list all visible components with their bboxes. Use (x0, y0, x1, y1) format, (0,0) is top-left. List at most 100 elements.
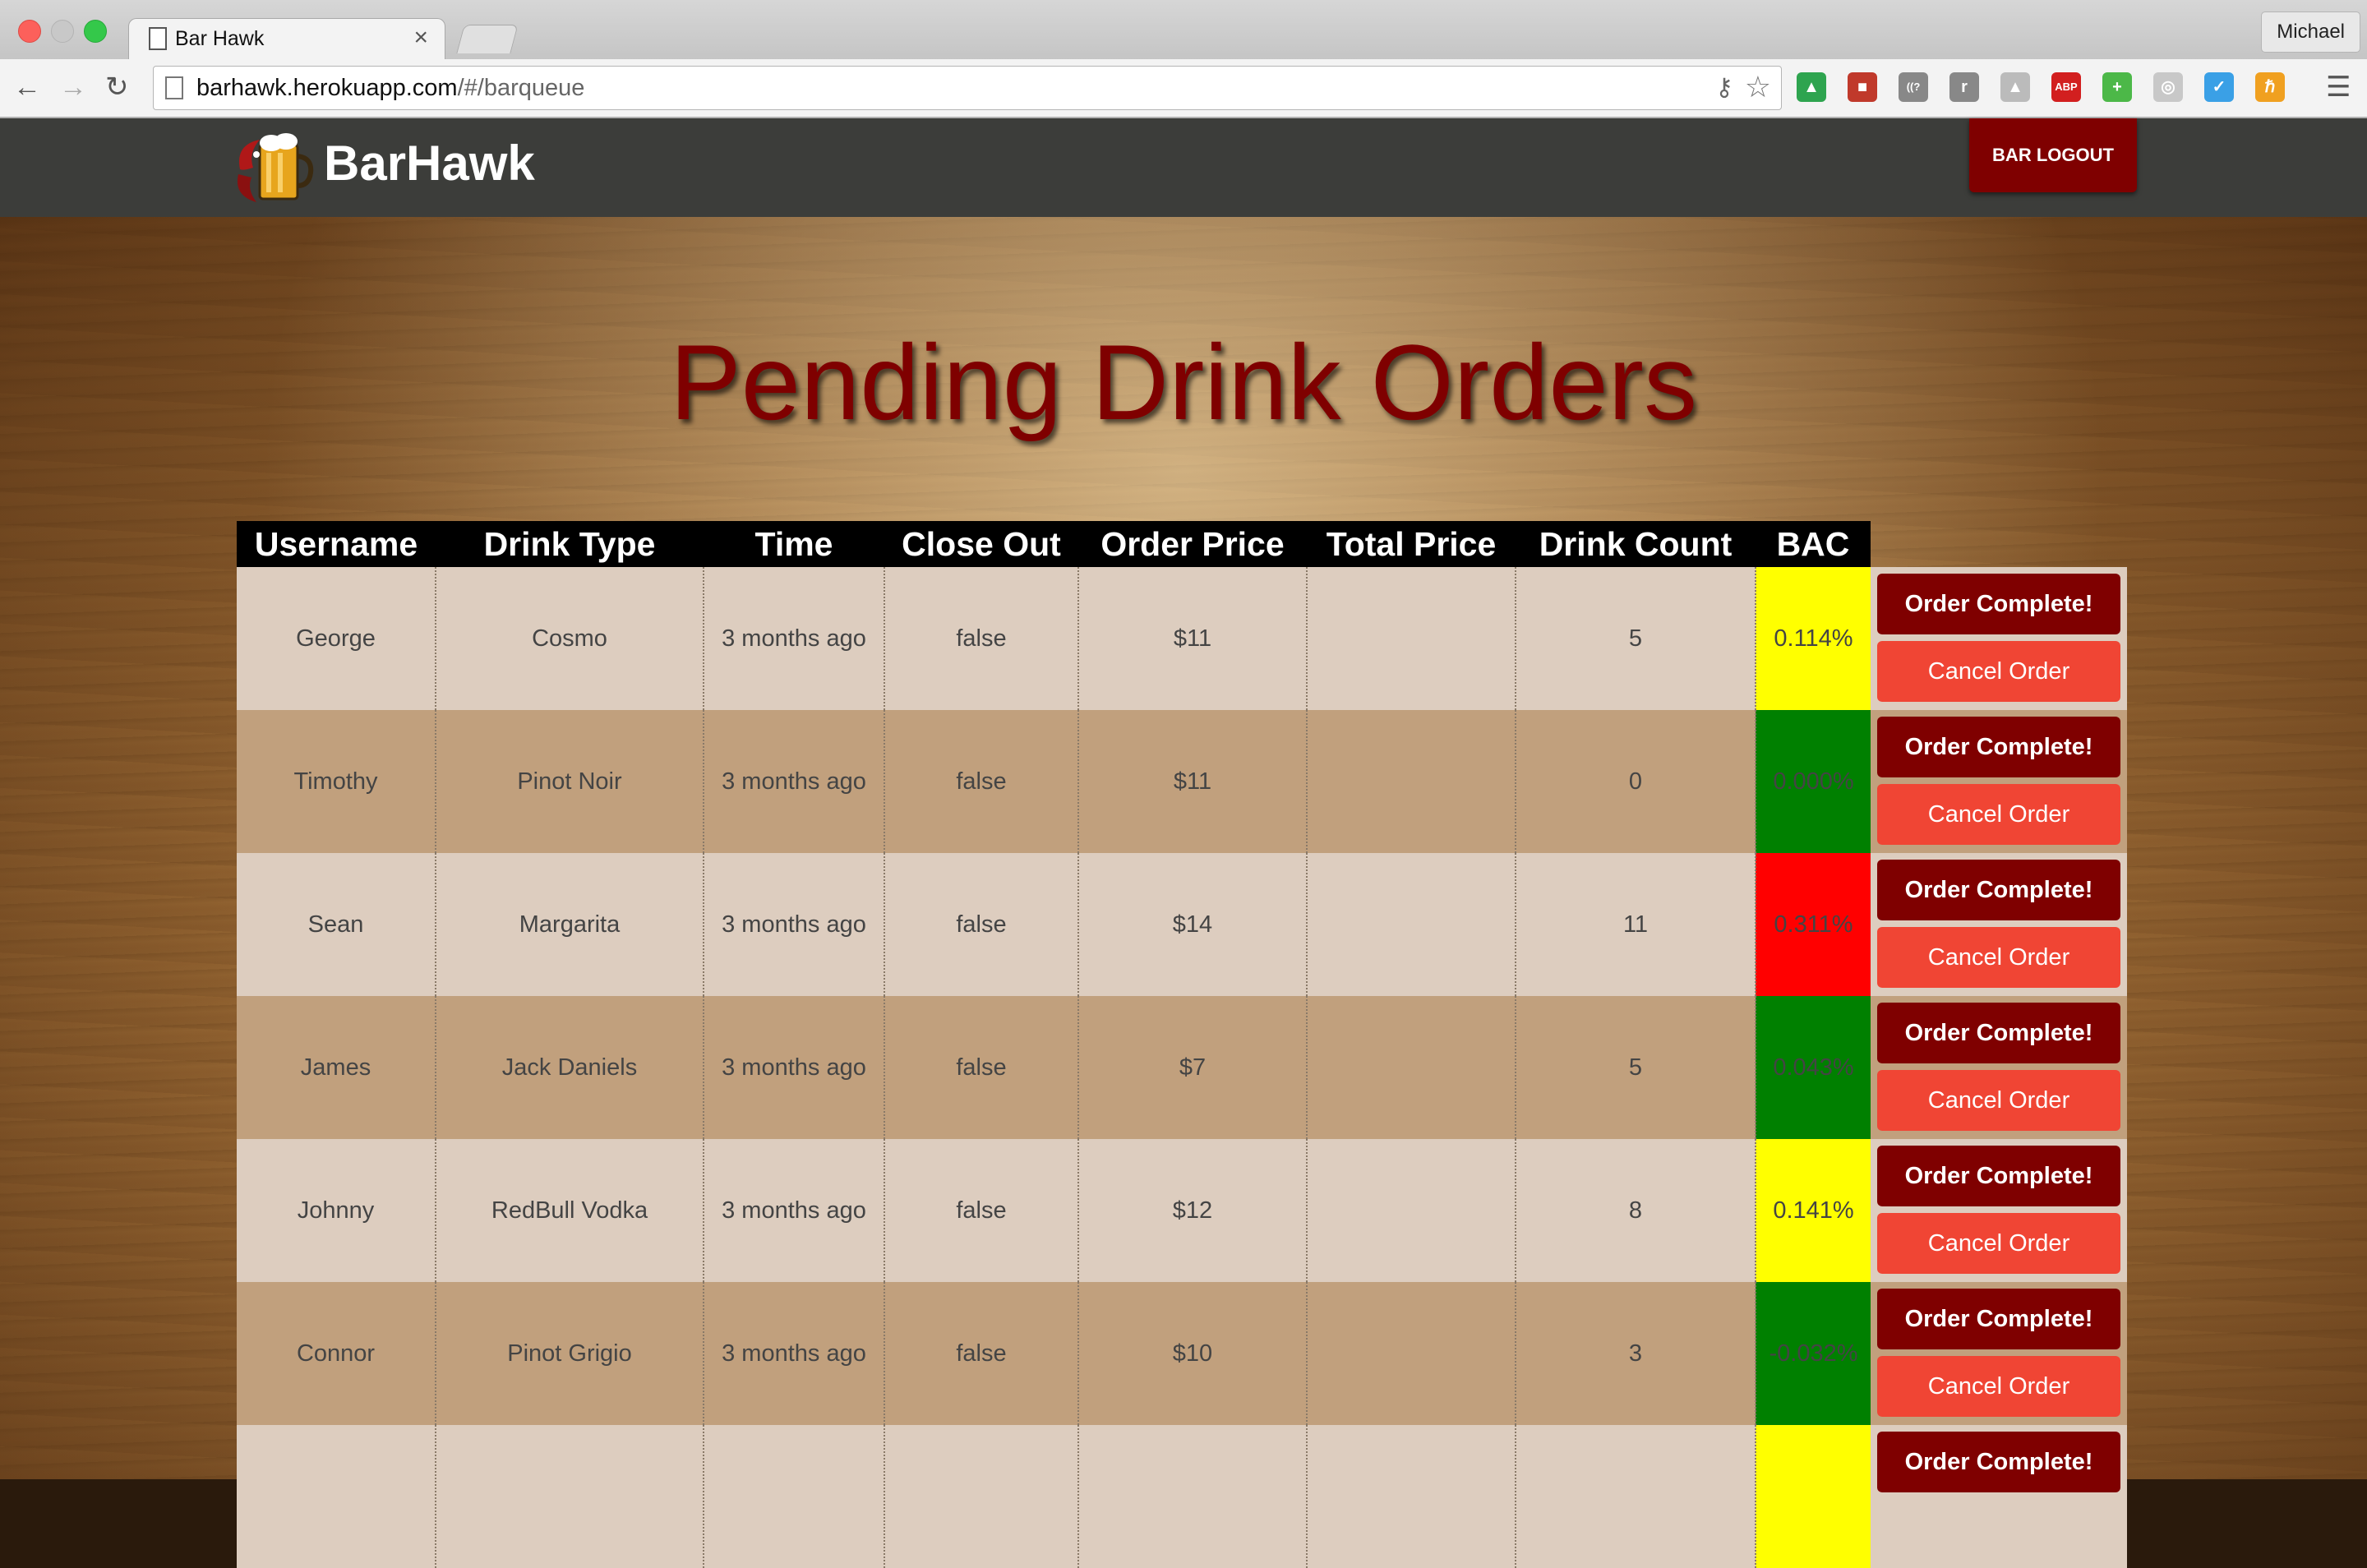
cell-drink-count: 8 (1516, 1139, 1756, 1282)
readability-icon[interactable]: r (1949, 72, 1979, 102)
cell-close-out: false (884, 710, 1079, 853)
cancel-order-button[interactable]: Cancel Order (1877, 1356, 2120, 1417)
browser-tab[interactable]: Bar Hawk × (128, 18, 445, 62)
cell-total-price (1307, 1425, 1516, 1568)
barhawk-logo-icon[interactable] (232, 128, 314, 207)
cell-bac: 0.114% (1756, 567, 1871, 710)
table-row: James Jack Daniels 3 months ago false $7 5 0.0… (237, 996, 2127, 1139)
cell-time: 3 months ago (704, 567, 885, 710)
cell-time: 3 months ago (704, 996, 885, 1139)
cell-order-price: $11 (1078, 567, 1308, 710)
browser-toolbar: ← → ↻ barhawk.herokuapp.com/#/barqueue ⚷… (0, 59, 2367, 118)
minimize-window-icon[interactable] (51, 20, 74, 43)
adblock-plus-icon[interactable]: ABP (2051, 72, 2081, 102)
order-complete-button[interactable]: Order Complete! (1877, 574, 2120, 634)
cell-order-price: $11 (1078, 710, 1308, 853)
cell-close-out: false (884, 1139, 1079, 1282)
cancel-order-button[interactable]: Cancel Order (1877, 784, 2120, 845)
cell-username: James (237, 996, 436, 1139)
cell-bac: 0.000% (1756, 710, 1871, 853)
cell-username: Connor (237, 1282, 436, 1425)
cell-drink-type: Pinot Grigio (436, 1282, 704, 1425)
profile-button[interactable]: Michael (2261, 12, 2360, 53)
cell-order-price: $14 (1078, 853, 1308, 996)
cell-username: George (237, 567, 436, 710)
cell-order-price (1078, 1425, 1308, 1568)
cell-close-out: false (884, 1282, 1079, 1425)
col-header-actions (1871, 521, 2127, 567)
col-header-bac: BAC (1756, 521, 1871, 567)
cell-actions: Order Complete! Cancel Order (1871, 996, 2127, 1139)
menu-icon[interactable]: ☰ (2326, 71, 2351, 104)
add-extension-icon[interactable]: + (2102, 72, 2132, 102)
zoom-window-icon[interactable] (84, 20, 107, 43)
tab-close-icon[interactable]: × (413, 24, 428, 52)
reload-icon[interactable]: ↻ (105, 71, 129, 104)
cell-drink-type: RedBull Vodka (436, 1139, 704, 1282)
brand-name[interactable]: BarHawk (324, 135, 535, 191)
cell-total-price (1307, 853, 1516, 996)
cell-bac: 0.043% (1756, 996, 1871, 1139)
cell-close-out: false (884, 996, 1079, 1139)
cell-drink-count: 0 (1516, 710, 1756, 853)
order-complete-button[interactable]: Order Complete! (1877, 1003, 2120, 1063)
bookmark-star-icon[interactable]: ☆ (1745, 70, 1771, 104)
check-extension-icon[interactable]: ✓ (2204, 72, 2234, 102)
cell-time (704, 1425, 885, 1568)
table-row: Connor Pinot Grigio 3 months ago false $10 3-… (237, 1282, 2127, 1425)
orders-body: George Cosmo 3 months ago false $11 5 0.114% Or… (237, 567, 2127, 1568)
address-url[interactable]: barhawk.herokuapp.com/#/barqueue (196, 75, 584, 102)
close-window-icon[interactable] (18, 20, 41, 43)
cell-close-out (884, 1425, 1079, 1568)
col-header-order-price: Order Price (1078, 521, 1307, 567)
order-complete-button[interactable]: Order Complete! (1877, 860, 2120, 920)
back-arrow-icon[interactable]: ← (13, 71, 41, 104)
table-row: Timothy Pinot Noir 3 months ago false $11 0 0.… (237, 710, 2127, 853)
cancel-order-button[interactable]: Cancel Order (1877, 1070, 2120, 1131)
new-tab-button[interactable] (456, 25, 519, 53)
google-drive-icon[interactable]: ▲ (1797, 72, 1826, 102)
cell-total-price (1307, 1139, 1516, 1282)
cell-username: Johnny (237, 1139, 436, 1282)
order-complete-button[interactable]: Order Complete! (1877, 1289, 2120, 1349)
bar-logout-button[interactable]: BAR LOGOUT (1969, 118, 2137, 192)
cell-drink-type (436, 1425, 704, 1568)
cell-actions: Order Complete! Cancel Order (1871, 567, 2127, 710)
page-info-icon[interactable] (165, 76, 183, 99)
order-complete-button[interactable]: Order Complete! (1877, 1432, 2120, 1492)
forward-arrow-icon[interactable]: → (59, 71, 87, 104)
col-header-drink-count: Drink Count (1516, 521, 1756, 567)
cell-drink-type: Jack Daniels (436, 996, 704, 1139)
url-path: /#/barqueue (457, 75, 585, 101)
site-header: BarHawk BAR LOGOUT (0, 118, 2367, 217)
cancel-order-button[interactable]: Cancel Order (1877, 1213, 2120, 1274)
cell-drink-type: Margarita (436, 853, 704, 996)
cell-order-price: $10 (1078, 1282, 1308, 1425)
cell-bac: -0.032% (1756, 1282, 1871, 1425)
cancel-order-button[interactable]: Cancel Order (1877, 927, 2120, 988)
wireless-extension-icon[interactable]: ((? (1899, 72, 1928, 102)
cancel-order-button[interactable]: Cancel Order (1877, 641, 2120, 702)
url-host: barhawk.herokuapp.com (196, 75, 458, 101)
drive-gray-icon[interactable]: ▲ (2000, 72, 2030, 102)
page-title: Pending Drink Orders (670, 322, 1697, 442)
cell-time: 3 months ago (704, 1139, 885, 1282)
cell-time: 3 months ago (704, 710, 885, 853)
cell-drink-count: 3 (1516, 1282, 1756, 1425)
cell-drink-count: 5 (1516, 996, 1756, 1139)
cell-drink-count (1516, 1425, 1756, 1568)
order-complete-button[interactable]: Order Complete! (1877, 717, 2120, 777)
address-bar[interactable]: barhawk.herokuapp.com/#/barqueue ⚷ ☆ (153, 66, 1782, 110)
col-header-close-out: Close Out (884, 521, 1078, 567)
cell-drink-count: 11 (1516, 853, 1756, 996)
order-complete-button[interactable]: Order Complete! (1877, 1146, 2120, 1206)
cell-drink-type: Pinot Noir (436, 710, 704, 853)
pending-orders-table: Username Drink Type Time Close Out Order… (237, 521, 2128, 1568)
browser-tabstrip: Bar Hawk × Michael (0, 0, 2367, 62)
cell-actions: Order Complete! (1871, 1425, 2127, 1568)
cell-username (237, 1425, 436, 1568)
circle-extension-icon[interactable]: ◎ (2153, 72, 2183, 102)
hacker-news-icon[interactable]: ℏ (2255, 72, 2285, 102)
bookmark-extension-icon[interactable]: ■ (1848, 72, 1877, 102)
key-icon[interactable]: ⚷ (1715, 73, 1733, 102)
